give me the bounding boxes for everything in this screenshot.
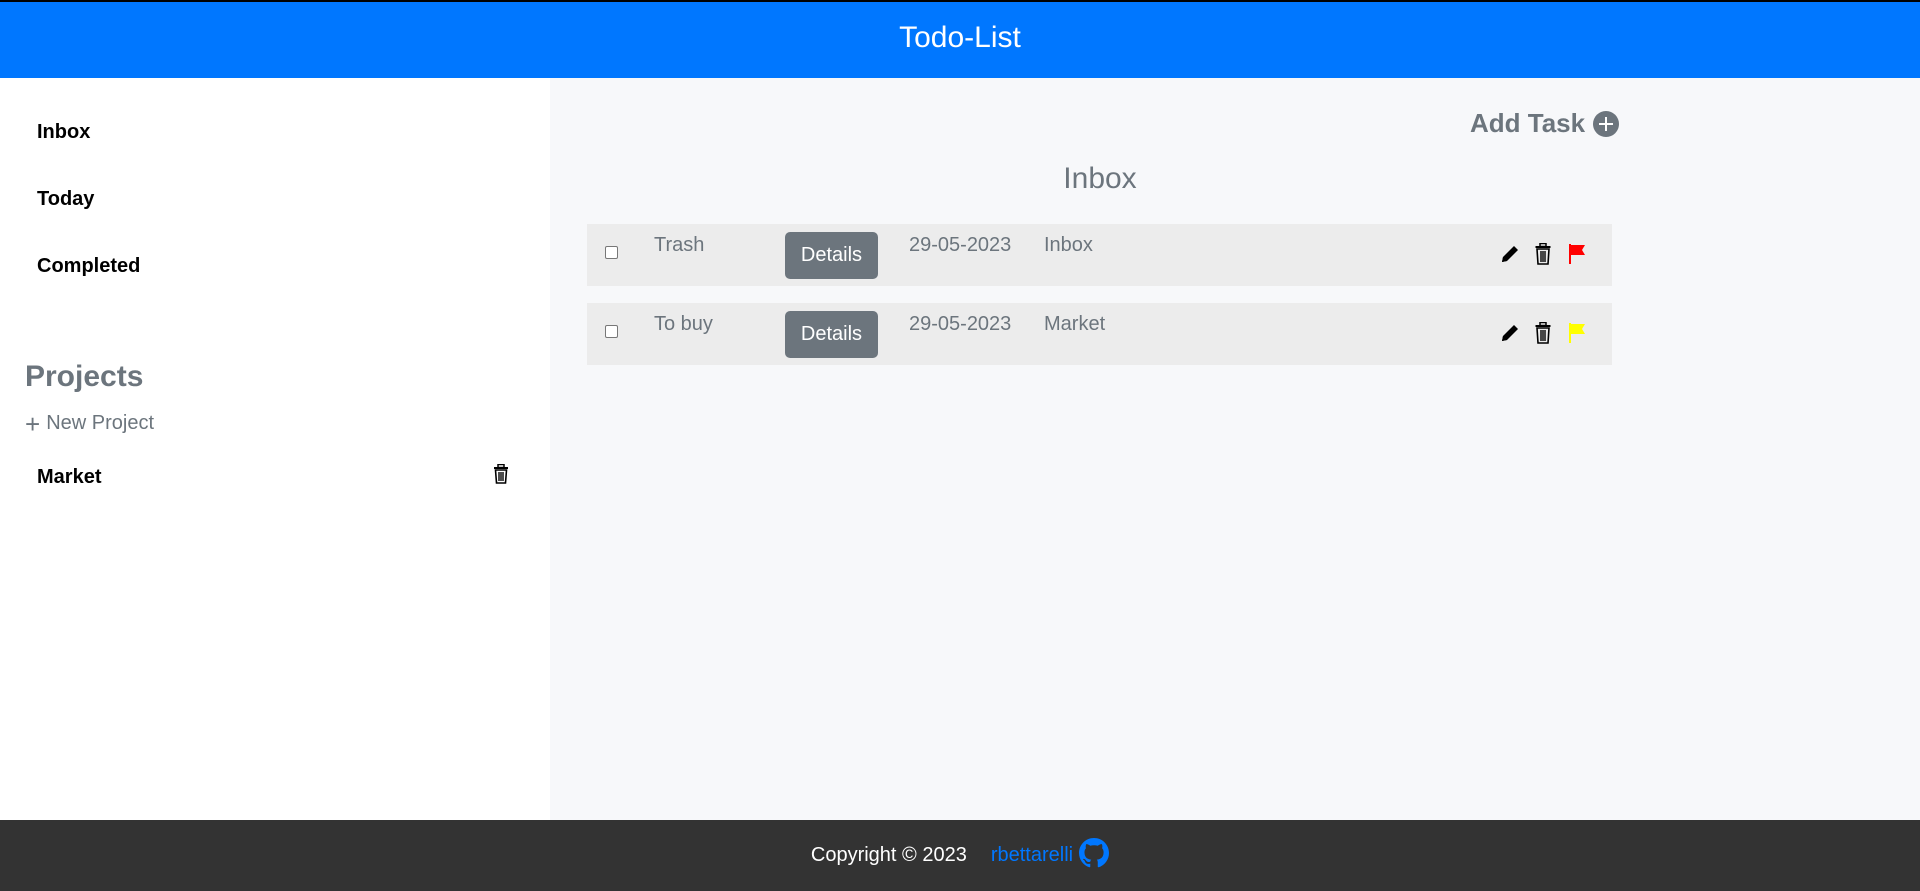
main-content: Add Task Inbox Trash Details 29-05-2023 … [550,78,1920,820]
new-project-button[interactable]: + New Project [25,408,154,439]
task-name: To buy [654,313,713,335]
task-date: 29-05-2023 [909,313,1012,335]
task-date: 29-05-2023 [909,234,1012,256]
new-project-label: New Project [46,412,154,434]
plus-circle-icon [1593,110,1620,137]
flag-icon[interactable] [1567,243,1587,270]
details-button[interactable]: Details [785,311,878,358]
app-root: Todo-List Inbox Today Completed Projects… [0,0,1920,891]
sidebar-item-completed[interactable]: Completed [37,255,140,278]
trash-icon[interactable] [1534,321,1552,349]
task-complete-checkbox[interactable] [605,325,618,338]
sidebar-item-market[interactable]: Market [37,466,101,489]
add-task-label: Add Task [1470,108,1586,138]
task-complete-checkbox[interactable] [605,246,618,259]
footer: Copyright © 2023 rbettarelli [0,820,1920,891]
section-title: Inbox [1063,162,1137,195]
pencil-icon[interactable] [1499,322,1521,349]
task-project: Market [1044,313,1106,335]
add-task-button[interactable]: Add Task [1470,108,1620,139]
app-title: Todo-List [899,21,1021,54]
plus-icon: + [25,408,41,439]
task-row: Trash Details 29-05-2023 Inbox [587,224,1612,286]
sidebar-item-inbox[interactable]: Inbox [37,121,90,144]
top-bar: Todo-List [0,0,1920,78]
github-icon [1079,837,1110,874]
sidebar: Inbox Today Completed Projects + New Pro… [0,78,550,820]
author-name: rbettarelli [990,844,1074,866]
copyright-text: Copyright © 2023 [810,844,967,866]
author-link[interactable]: rbettarelli [990,837,1110,874]
flag-icon[interactable] [1567,322,1587,349]
pencil-icon[interactable] [1499,243,1521,270]
task-project: Inbox [1044,234,1093,256]
sidebar-item-today[interactable]: Today [37,188,94,211]
projects-heading: Projects [25,360,144,393]
details-button[interactable]: Details [785,232,878,279]
task-row: To buy Details 29-05-2023 Market [587,303,1612,365]
trash-icon[interactable] [1534,242,1552,270]
task-name: Trash [654,234,705,256]
delete-project-icon[interactable] [492,463,510,489]
